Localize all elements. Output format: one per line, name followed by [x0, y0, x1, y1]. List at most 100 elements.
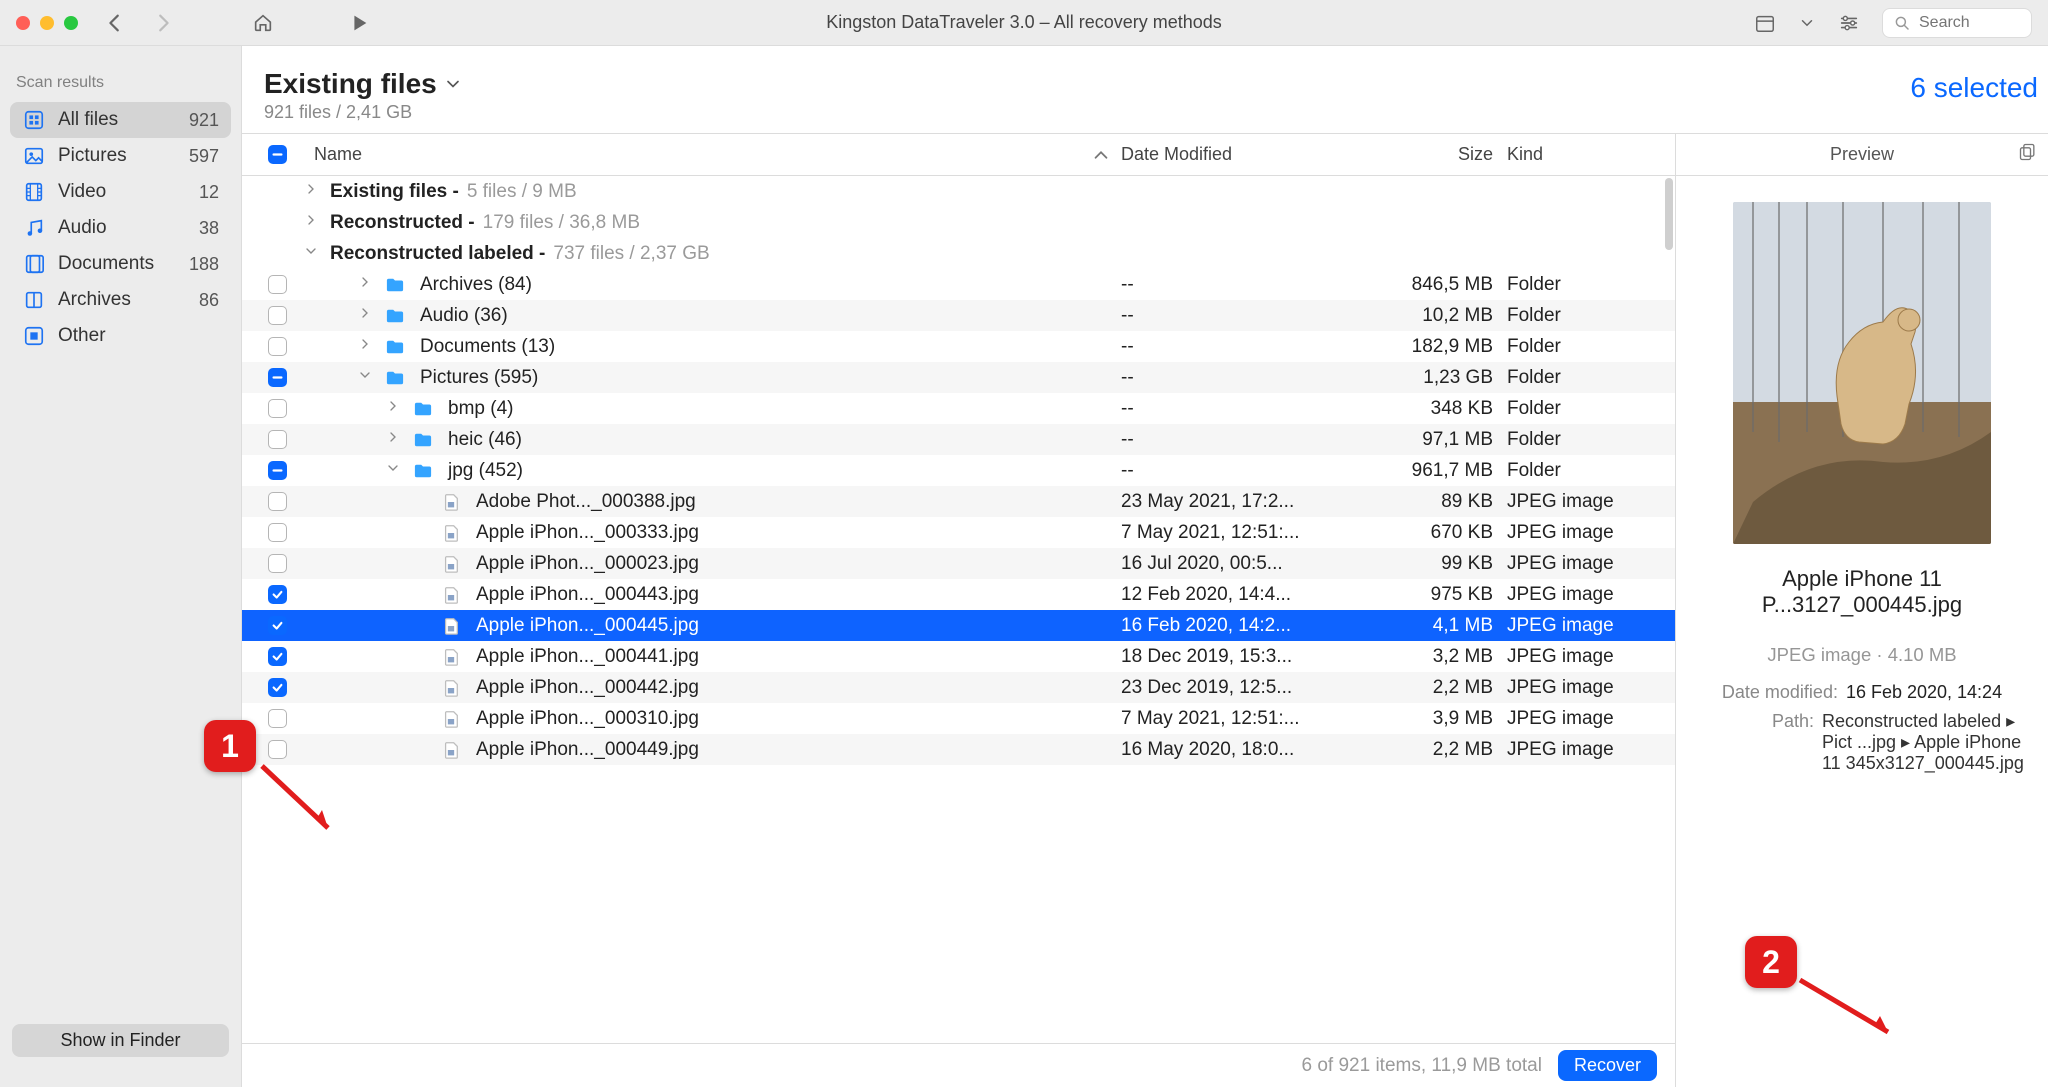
row-checkbox[interactable]: [268, 492, 287, 511]
row-date: 16 Feb 2020, 14:2...: [1121, 615, 1331, 637]
filter-button[interactable]: [1834, 9, 1864, 37]
preview-pane: Preview: [1676, 134, 2048, 1087]
show-in-finder-button[interactable]: Show in Finder: [12, 1024, 229, 1057]
sidebar-item-pictures[interactable]: Pictures 597: [10, 138, 231, 174]
group-header[interactable]: Reconstructed - 179 files / 36,8 MB: [242, 207, 1675, 238]
file-row[interactable]: Apple iPhon..._000023.jpg 16 Jul 2020, 0…: [242, 548, 1675, 579]
sidebar: Scan results All files 921 Pictures 597 …: [0, 46, 242, 1087]
row-name: Adobe Phot..._000388.jpg: [476, 491, 696, 513]
content-header: Existing files 921 files / 2,41 GB 6 sel…: [242, 46, 2048, 133]
disclosure-icon[interactable]: [354, 367, 376, 389]
recover-button[interactable]: Recover: [1558, 1050, 1657, 1081]
file-row[interactable]: Apple iPhon..._000443.jpg 12 Feb 2020, 1…: [242, 579, 1675, 610]
search-icon: [1893, 9, 1911, 37]
row-checkbox[interactable]: [268, 678, 287, 697]
sidebar-item-other[interactable]: Other: [10, 318, 231, 354]
row-checkbox[interactable]: [268, 585, 287, 604]
column-size[interactable]: Size: [1331, 144, 1501, 165]
group-header[interactable]: Reconstructed labeled - 737 files / 2,37…: [242, 238, 1675, 269]
home-button[interactable]: [248, 9, 278, 37]
folder-row[interactable]: jpg (452) -- 961,7 MB Folder: [242, 455, 1675, 486]
folder-icon: [384, 275, 406, 295]
row-checkbox[interactable]: [268, 368, 287, 387]
file-row[interactable]: Adobe Phot..._000388.jpg 23 May 2021, 17…: [242, 486, 1675, 517]
row-checkbox[interactable]: [268, 337, 287, 356]
disclosure-icon[interactable]: [300, 243, 322, 265]
row-checkbox[interactable]: [268, 647, 287, 666]
row-name: bmp (4): [448, 398, 513, 420]
row-checkbox[interactable]: [268, 709, 287, 728]
preview-path-label: Path:: [1760, 711, 1814, 732]
sidebar-item-archives[interactable]: Archives 86: [10, 282, 231, 318]
disclosure-icon[interactable]: [382, 460, 404, 482]
preview-thumbnail[interactable]: [1733, 202, 1991, 544]
row-kind: JPEG image: [1501, 615, 1675, 637]
row-checkbox[interactable]: [268, 461, 287, 480]
session-menu[interactable]: [1750, 9, 1780, 37]
folder-row[interactable]: bmp (4) -- 348 KB Folder: [242, 393, 1675, 424]
file-row[interactable]: Apple iPhon..._000449.jpg 16 May 2020, 1…: [242, 734, 1675, 765]
row-name: Audio (36): [420, 305, 508, 327]
minimize-window[interactable]: [40, 16, 54, 30]
search-input[interactable]: [1917, 13, 2017, 33]
column-name[interactable]: Name: [300, 144, 1121, 165]
disclosure-icon[interactable]: [382, 398, 404, 420]
row-kind: Folder: [1501, 429, 1675, 451]
disclosure-icon[interactable]: [354, 336, 376, 358]
file-row[interactable]: Apple iPhon..._000333.jpg 7 May 2021, 12…: [242, 517, 1675, 548]
folder-row[interactable]: Audio (36) -- 10,2 MB Folder: [242, 300, 1675, 331]
page-title[interactable]: Existing files: [264, 68, 1890, 100]
scrollbar-thumb[interactable]: [1665, 178, 1673, 250]
row-checkbox[interactable]: [268, 275, 287, 294]
row-checkbox[interactable]: [268, 554, 287, 573]
disclosure-icon[interactable]: [300, 181, 322, 203]
selection-count[interactable]: 6 selected: [1910, 72, 2038, 104]
row-name: Apple iPhon..._000333.jpg: [476, 522, 699, 544]
forward-button[interactable]: [148, 9, 178, 37]
session-menu-caret[interactable]: [1798, 9, 1816, 37]
file-icon: [440, 709, 462, 729]
column-date[interactable]: Date Modified: [1121, 144, 1331, 165]
row-checkbox[interactable]: [268, 523, 287, 542]
folder-row[interactable]: Pictures (595) -- 1,23 GB Folder: [242, 362, 1675, 393]
folder-row[interactable]: heic (46) -- 97,1 MB Folder: [242, 424, 1675, 455]
zoom-window[interactable]: [64, 16, 78, 30]
folder-row[interactable]: Archives (84) -- 846,5 MB Folder: [242, 269, 1675, 300]
film-icon: [22, 180, 46, 204]
row-checkbox[interactable]: [268, 616, 287, 635]
row-kind: JPEG image: [1501, 522, 1675, 544]
resume-scan-button[interactable]: [344, 9, 374, 37]
sidebar-item-badge: 38: [199, 218, 219, 239]
file-row[interactable]: Apple iPhon..._000445.jpg 16 Feb 2020, 1…: [242, 610, 1675, 641]
sidebar-item-video[interactable]: Video 12: [10, 174, 231, 210]
search-box[interactable]: [1882, 8, 2032, 38]
row-checkbox[interactable]: [268, 740, 287, 759]
file-row[interactable]: Apple iPhon..._000310.jpg 7 May 2021, 12…: [242, 703, 1675, 734]
row-name: Pictures (595): [420, 367, 538, 389]
folder-row[interactable]: Documents (13) -- 182,9 MB Folder: [242, 331, 1675, 362]
row-kind: JPEG image: [1501, 491, 1675, 513]
disclosure-icon[interactable]: [354, 274, 376, 296]
row-checkbox[interactable]: [268, 306, 287, 325]
disclosure-icon[interactable]: [382, 429, 404, 451]
group-label: Existing files -: [330, 181, 459, 203]
select-all-checkbox[interactable]: [268, 145, 287, 164]
preview-date-label: Date modified:: [1722, 682, 1838, 703]
row-checkbox[interactable]: [268, 430, 287, 449]
close-window[interactable]: [16, 16, 30, 30]
row-size: 89 KB: [1331, 491, 1501, 513]
file-row[interactable]: Apple iPhon..._000442.jpg 23 Dec 2019, 1…: [242, 672, 1675, 703]
folder-icon: [384, 337, 406, 357]
disclosure-icon[interactable]: [300, 212, 322, 234]
sidebar-item-all-files[interactable]: All files 921: [10, 102, 231, 138]
sidebar-item-documents[interactable]: Documents 188: [10, 246, 231, 282]
column-kind[interactable]: Kind: [1501, 144, 1675, 165]
group-header[interactable]: Existing files - 5 files / 9 MB: [242, 176, 1675, 207]
sidebar-item-audio[interactable]: Audio 38: [10, 210, 231, 246]
file-row[interactable]: Apple iPhon..._000441.jpg 18 Dec 2019, 1…: [242, 641, 1675, 672]
open-external-button[interactable]: [2018, 142, 2038, 167]
row-checkbox[interactable]: [268, 399, 287, 418]
back-button[interactable]: [100, 9, 130, 37]
preview-title: Preview: [1830, 144, 1894, 165]
disclosure-icon[interactable]: [354, 305, 376, 327]
